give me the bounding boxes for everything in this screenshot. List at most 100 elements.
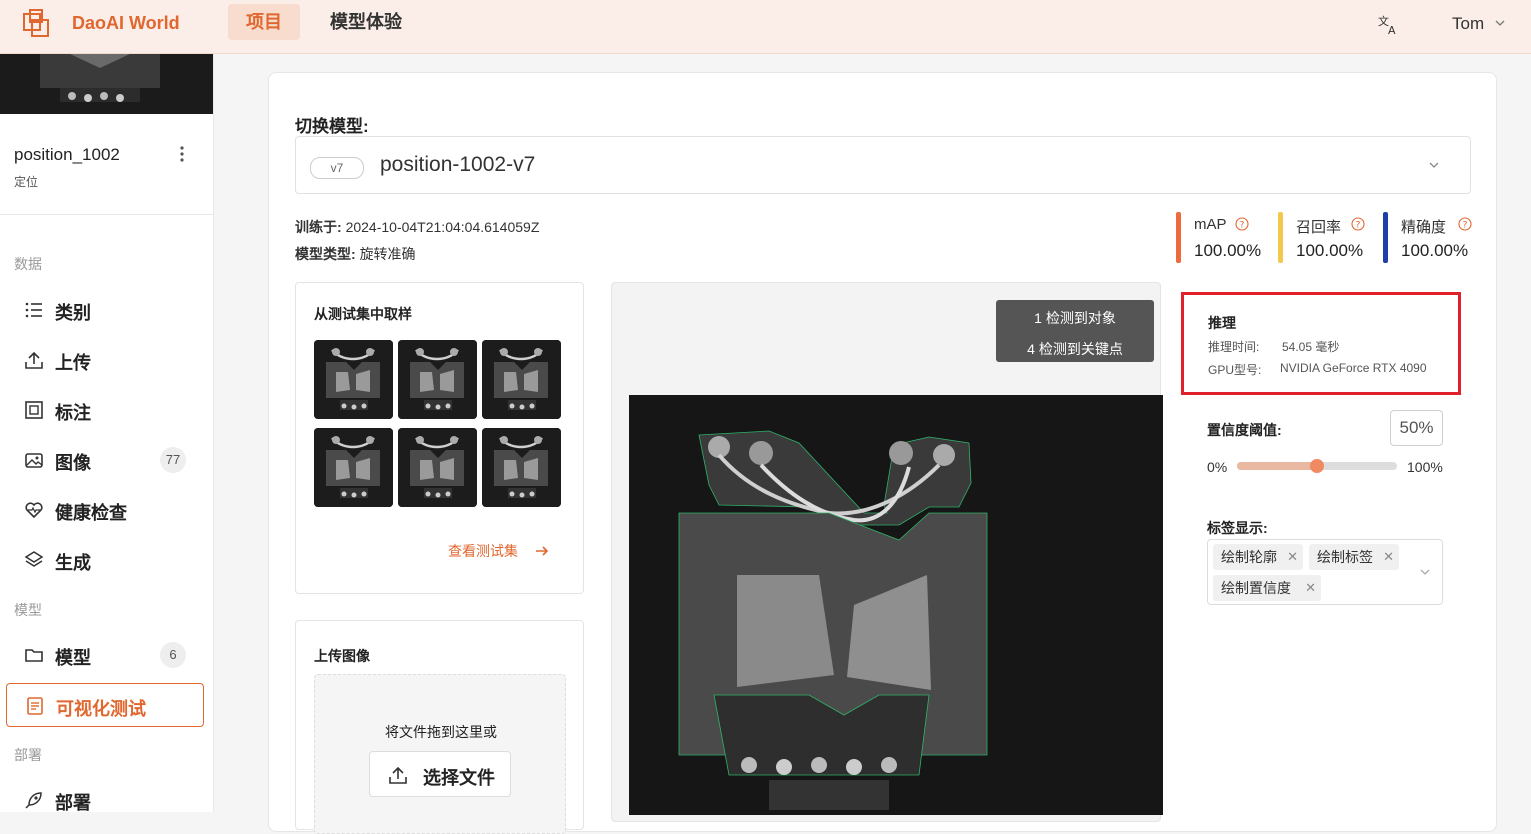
result-image[interactable] bbox=[629, 395, 1163, 815]
sidebar-item-images[interactable]: 图像 77 bbox=[6, 438, 204, 482]
top-bar: DaoAI World 项目 模型体验 文 A Tom bbox=[0, 0, 1531, 54]
sidebar-item-classes[interactable]: 类别 bbox=[6, 288, 204, 332]
choose-file-button[interactable]: 选择文件 bbox=[369, 751, 511, 797]
sample-thumbnail[interactable] bbox=[398, 428, 477, 507]
detection-summary: 1 检测到对象 4 检测到关键点 bbox=[996, 300, 1154, 362]
metric-name: 召回率 bbox=[1296, 219, 1342, 236]
gpu-model-row: GPU型号: NVIDIA GeForce RTX 4090 bbox=[1208, 361, 1427, 378]
inference-title: 推理 bbox=[1208, 315, 1236, 331]
metric-color-bar bbox=[1176, 212, 1181, 263]
sample-thumbnail[interactable] bbox=[482, 340, 561, 419]
detected-keypoints-text: 4 检测到关键点 bbox=[1027, 341, 1123, 357]
sidebar-item-models[interactable]: 模型 6 bbox=[6, 633, 204, 677]
chevron-down-icon[interactable] bbox=[1428, 159, 1440, 171]
sidebar-item-generate[interactable]: 生成 bbox=[6, 538, 204, 582]
upload-icon bbox=[25, 351, 43, 369]
tag-draw-label: 绘制标签 ✕ bbox=[1309, 544, 1399, 570]
inference-time-value: 54.05 毫秒 bbox=[1282, 340, 1340, 354]
project-name: position_1002 bbox=[14, 145, 120, 164]
detected-objects-text: 1 检测到对象 bbox=[1034, 310, 1116, 326]
view-test-set-link[interactable]: 查看测试集 bbox=[448, 541, 518, 561]
svg-text:?: ? bbox=[1356, 221, 1361, 231]
slider-thumb[interactable] bbox=[1310, 459, 1324, 473]
sidebar-item-visual-test[interactable]: 可视化测试 bbox=[6, 683, 204, 727]
sidebar-item-label: 模型 bbox=[55, 648, 91, 668]
close-icon[interactable]: ✕ bbox=[1305, 575, 1316, 601]
inference-info-box: 推理 推理时间: 54.05 毫秒 GPU型号: NVIDIA GeForce … bbox=[1181, 292, 1461, 395]
sample-thumbnail[interactable] bbox=[398, 340, 477, 419]
metric-value: 100.00% bbox=[1401, 241, 1469, 260]
more-vertical-icon[interactable] bbox=[172, 144, 192, 164]
gpu-model-value: NVIDIA GeForce RTX 4090 bbox=[1280, 361, 1427, 375]
sidebar-divider bbox=[0, 214, 213, 215]
model-type-row: 模型类型: 旋转准确 bbox=[295, 244, 416, 264]
help-circle-icon[interactable]: ? bbox=[1458, 217, 1472, 231]
label-display-select[interactable]: 绘制轮廓 ✕ 绘制标签 ✕ 绘制置信度 ✕ bbox=[1207, 539, 1443, 605]
heart-icon bbox=[25, 502, 43, 519]
slider-fill bbox=[1237, 462, 1317, 470]
metric-name: 精确度 bbox=[1401, 219, 1447, 236]
arrow-right-icon[interactable] bbox=[534, 543, 550, 559]
inference-time-label: 推理时间: bbox=[1208, 340, 1260, 354]
upload-panel-title: 上传图像 bbox=[314, 648, 370, 664]
folder-icon bbox=[25, 649, 43, 662]
nav-tab-projects[interactable]: 项目 bbox=[228, 4, 300, 40]
user-menu[interactable]: Tom bbox=[1452, 14, 1484, 34]
model-type-label: 模型类型: bbox=[295, 246, 356, 262]
close-icon[interactable]: ✕ bbox=[1287, 544, 1298, 570]
slider-min-label: 0% bbox=[1207, 459, 1228, 475]
metric-name: mAP bbox=[1194, 216, 1227, 233]
sidebar: position_1002 定位 数据 类别 上传 标注 图像 77 健康检查 … bbox=[0, 54, 214, 812]
daoai-logo-icon[interactable] bbox=[22, 8, 54, 40]
list-icon bbox=[25, 302, 42, 318]
brand-name[interactable]: DaoAI World bbox=[72, 13, 180, 34]
confidence-slider[interactable] bbox=[1237, 459, 1397, 473]
help-circle-icon[interactable]: ? bbox=[1351, 217, 1365, 231]
sidebar-item-health-check[interactable]: 健康检查 bbox=[6, 488, 204, 532]
sidebar-item-label: 类别 bbox=[55, 303, 91, 323]
image-icon bbox=[25, 453, 43, 468]
trained-at-value: 2024-10-04T21:04:04.614059Z bbox=[345, 219, 540, 235]
sidebar-item-label: 上传 bbox=[55, 353, 91, 373]
image-count-badge: 77 bbox=[160, 447, 186, 473]
label-display-label: 标签显示: bbox=[1207, 520, 1268, 536]
sample-thumbnail[interactable] bbox=[314, 340, 393, 419]
upload-image-panel: 上传图像 将文件拖到这里或 选择文件 bbox=[295, 620, 584, 834]
model-type-value: 旋转准确 bbox=[359, 246, 416, 262]
trained-at-label: 训练于: bbox=[295, 219, 342, 235]
svg-text:A: A bbox=[1388, 24, 1396, 36]
tag-label: 绘制置信度 bbox=[1221, 580, 1291, 596]
project-thumbnail[interactable] bbox=[0, 54, 213, 114]
sidebar-item-label: 生成 bbox=[55, 553, 91, 573]
chevron-down-icon[interactable] bbox=[1494, 17, 1506, 29]
sidebar-item-upload[interactable]: 上传 bbox=[6, 338, 204, 382]
sidebar-item-label: 标注 bbox=[55, 403, 91, 423]
sidebar-item-annotate[interactable]: 标注 bbox=[6, 388, 204, 432]
close-icon[interactable]: ✕ bbox=[1383, 544, 1394, 570]
chevron-down-icon[interactable] bbox=[1419, 566, 1431, 578]
tag-draw-confidence: 绘制置信度 ✕ bbox=[1213, 575, 1321, 601]
upload-icon bbox=[389, 766, 407, 784]
document-icon bbox=[27, 697, 43, 715]
project-type: 定位 bbox=[14, 175, 39, 189]
help-circle-icon[interactable]: ? bbox=[1235, 217, 1249, 231]
switch-model-label: 切换模型: bbox=[295, 117, 369, 136]
sidebar-section-model: 模型 bbox=[14, 602, 42, 618]
choose-file-label: 选择文件 bbox=[423, 768, 495, 788]
metric-color-bar bbox=[1383, 212, 1388, 263]
confidence-threshold-label: 置信度阈值: bbox=[1207, 422, 1282, 438]
translate-icon[interactable]: 文 A bbox=[1376, 12, 1400, 36]
metric-value: 100.00% bbox=[1296, 241, 1364, 260]
sample-thumbnail[interactable] bbox=[482, 428, 561, 507]
model-version-badge: v7 bbox=[310, 157, 364, 179]
sidebar-item-deploy[interactable]: 部署 bbox=[6, 778, 204, 812]
sidebar-item-label: 可视化测试 bbox=[56, 699, 146, 719]
file-dropzone[interactable]: 将文件拖到这里或 选择文件 bbox=[314, 674, 566, 834]
sidebar-item-label: 图像 bbox=[55, 453, 91, 473]
nav-tab-model-experience[interactable]: 模型体验 bbox=[312, 4, 420, 40]
slider-max-label: 100% bbox=[1407, 459, 1443, 475]
annotate-icon bbox=[25, 401, 43, 419]
confidence-threshold-input[interactable]: 50% bbox=[1390, 410, 1443, 446]
model-select[interactable]: v7 position-1002-v7 bbox=[295, 136, 1471, 194]
sample-thumbnail[interactable] bbox=[314, 428, 393, 507]
